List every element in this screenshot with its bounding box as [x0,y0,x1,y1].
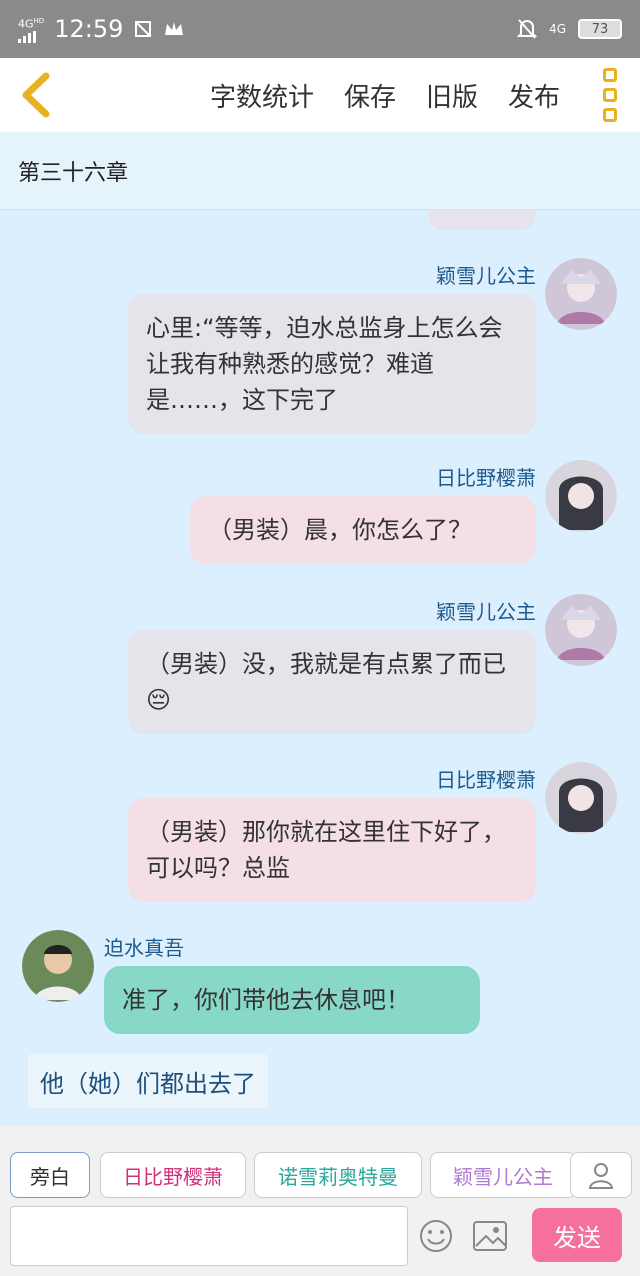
avatar[interactable] [545,762,617,834]
sender-name: 迫水真吾 [104,936,184,960]
input-panel: 旁白 日比野樱萧 诺雪莉奥特曼 颖雪儿公主 发送 [0,1126,640,1276]
status-bar: 4GHD 12:59 4G 73 [0,0,640,58]
status-time: 12:59 [54,15,124,43]
message-bubble: 准了，你们带他去休息吧！ [104,966,480,1034]
user-button[interactable] [570,1152,632,1198]
message-input[interactable] [10,1206,408,1266]
network-label: 4G [549,22,566,36]
publish-button[interactable]: 发布 [508,77,560,114]
message-bubble: （男装）没，我就是有点累了而已😔 [128,630,536,734]
message-bubble: （男装）晨，你怎么了？ [190,496,536,564]
save-button[interactable]: 保存 [344,77,396,114]
image-icon [473,1221,507,1251]
chat-area[interactable]: 颖雪儿公主 心里:“等等，迫水总监身上怎么会让我有种熟悉的感觉？难道是……，这下… [0,210,640,1126]
role-chip[interactable]: 颖雪儿公主 [430,1152,576,1198]
top-toolbar: 字数统计 保存 旧版 发布 [0,58,640,132]
user-icon [588,1163,614,1189]
avatar[interactable] [545,258,617,330]
sender-name: 日比野樱萧 [436,466,536,490]
avatar[interactable] [545,460,617,532]
chevron-left-icon [22,72,50,118]
battery-icon: 73 [578,19,622,39]
more-menu-icon[interactable] [580,58,640,132]
role-chip[interactable]: 日比野樱萧 [100,1152,246,1198]
mute-bell-icon [517,19,538,39]
no-sim-icon [135,21,152,37]
sender-name: 日比野樱萧 [436,768,536,792]
chapter-title: 第三十六章 [0,132,640,210]
message-bubble: 心里:“等等，迫水总监身上怎么会让我有种熟悉的感觉？难道是……，这下完了 [128,294,536,434]
sender-name: 颖雪儿公主 [436,600,536,624]
avatar[interactable] [545,594,617,666]
sender-name: 颖雪儿公主 [436,264,536,288]
role-narrator-chip[interactable]: 旁白 [10,1152,90,1198]
role-chip[interactable]: 诺雪莉奥特曼 [254,1152,422,1198]
old-version-button[interactable]: 旧版 [426,77,478,114]
back-button[interactable] [0,58,72,132]
avatar[interactable] [22,930,94,1002]
word-count-button[interactable]: 字数统计 [210,77,314,114]
emoji-icon [420,1220,452,1252]
message-bubble-partial [428,210,536,230]
message-bubble: （男装）那你就在这里住下好了，可以吗？总监 [128,798,536,902]
crown-icon [165,22,184,35]
signal-icon: 4GHD [18,15,44,43]
send-button[interactable]: 发送 [532,1208,622,1262]
image-button[interactable] [470,1216,510,1256]
narration-text: 他（她）们都出去了 [28,1054,268,1108]
emoji-button[interactable] [416,1216,456,1256]
